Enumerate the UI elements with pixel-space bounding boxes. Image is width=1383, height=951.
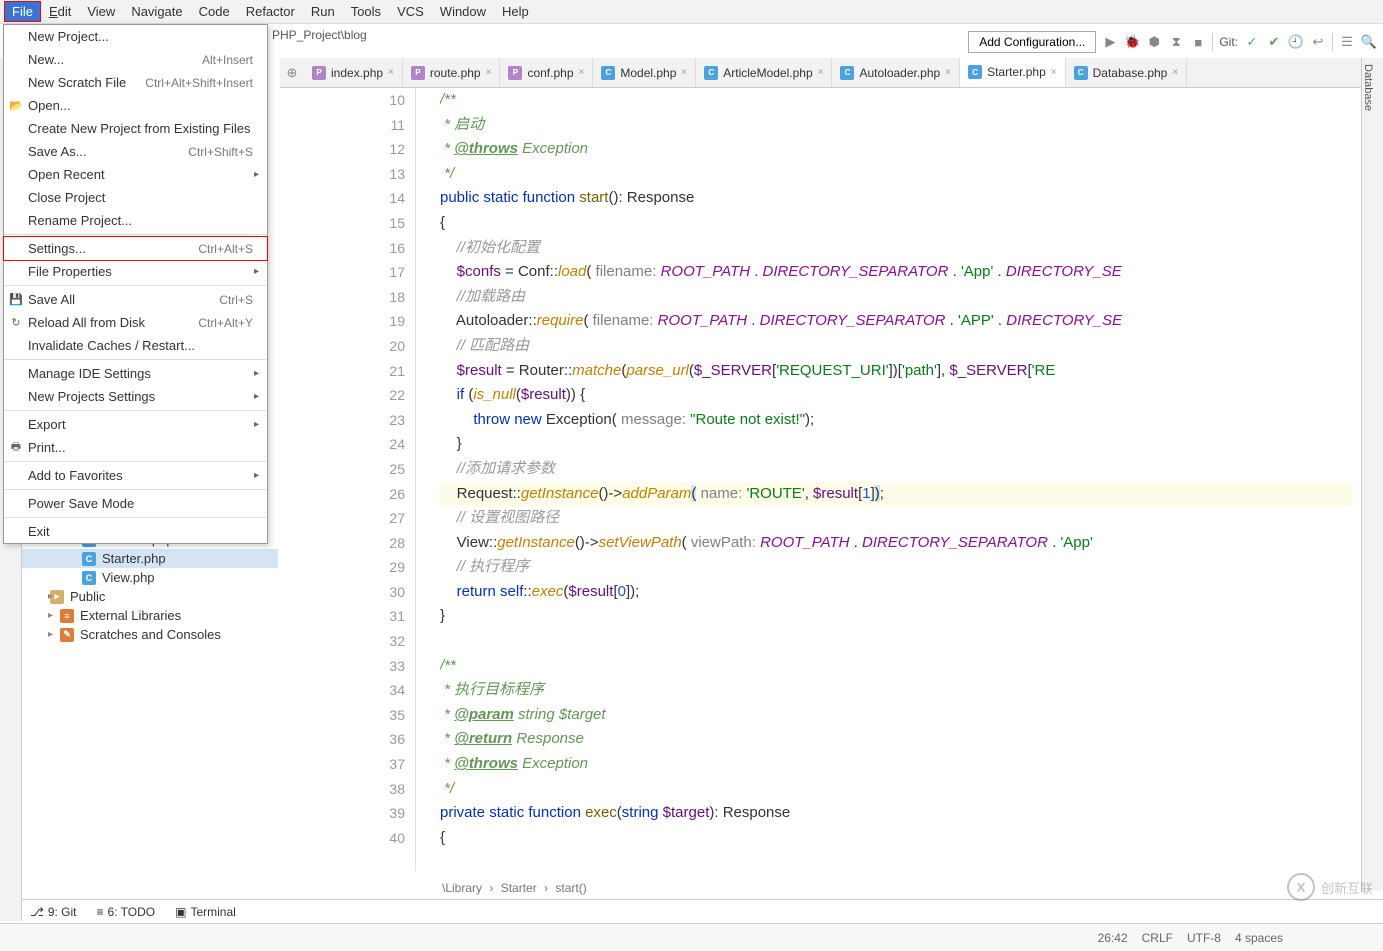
menu-edit[interactable]: Edit — [41, 1, 79, 22]
close-icon[interactable]: × — [579, 67, 585, 78]
indent[interactable]: 4 spaces — [1235, 931, 1283, 945]
tab-ArticleModel[interactable]: CArticleModel.php× — [696, 58, 832, 87]
bottom-tool--git[interactable]: ⎇9: Git — [30, 905, 77, 919]
tree-item-starter-php[interactable]: CStarter.php — [22, 549, 278, 568]
tab-Model[interactable]: CModel.php× — [593, 58, 696, 87]
profile-icon[interactable]: ⧗ — [1168, 34, 1184, 50]
file-menu-file-properties[interactable]: File Properties▸ — [4, 260, 267, 283]
breadcrumb-top: PHP_Project\blog — [272, 28, 367, 42]
menubar: File Edit View Navigate Code Refactor Ru… — [0, 0, 1383, 24]
close-icon[interactable]: × — [1172, 67, 1178, 78]
editor-tabs: ⊕ Pindex.php×Proute.php×Pconf.php×CModel… — [280, 58, 1361, 88]
file-menu-add-to-favorites[interactable]: Add to Favorites▸ — [4, 464, 267, 487]
tree-item-scratches-and-consoles[interactable]: ▸✎Scratches and Consoles — [22, 625, 278, 644]
git-commit-icon[interactable]: ✔ — [1266, 34, 1282, 50]
menu-view[interactable]: View — [79, 1, 123, 22]
bottom-tool--todo[interactable]: ≡6: TODO — [97, 905, 156, 919]
file-menu-manage-ide-settings[interactable]: Manage IDE Settings▸ — [4, 362, 267, 385]
tab-index[interactable]: Pindex.php× — [304, 58, 403, 87]
file-menu-create-new-project-from-existing-files[interactable]: Create New Project from Existing Files — [4, 117, 267, 140]
close-icon[interactable]: × — [388, 67, 394, 78]
tab-conf[interactable]: Pconf.php× — [500, 58, 593, 87]
close-icon[interactable]: × — [1051, 67, 1057, 78]
encoding[interactable]: UTF-8 — [1187, 931, 1221, 945]
close-icon[interactable]: × — [818, 67, 824, 78]
menu-run[interactable]: Run — [303, 1, 343, 22]
menu-code[interactable]: Code — [191, 1, 238, 22]
add-tab-icon[interactable]: ⊕ — [280, 58, 304, 87]
line-separator[interactable]: CRLF — [1142, 931, 1173, 945]
file-menu-open-[interactable]: 📂Open... — [4, 94, 267, 117]
file-menu-new-scratch-file[interactable]: New Scratch FileCtrl+Alt+Shift+Insert — [4, 71, 267, 94]
debug-icon[interactable]: 🐞 — [1124, 34, 1140, 50]
file-menu-reload-all-from-disk[interactable]: ↻Reload All from DiskCtrl+Alt+Y — [4, 311, 267, 334]
add-configuration-button[interactable]: Add Configuration... — [968, 31, 1096, 53]
git-rollback-icon[interactable]: ↩ — [1310, 34, 1326, 50]
menu-file[interactable]: File — [4, 1, 41, 22]
menu-help[interactable]: Help — [494, 1, 537, 22]
file-menu-new-project-[interactable]: New Project... — [4, 25, 267, 48]
tab-Database[interactable]: CDatabase.php× — [1066, 58, 1188, 87]
git-history-icon[interactable]: 🕘 — [1288, 34, 1304, 50]
file-menu-dropdown: New Project...New...Alt+InsertNew Scratc… — [3, 24, 268, 544]
close-icon[interactable]: × — [486, 67, 492, 78]
stop-icon[interactable]: ■ — [1190, 34, 1206, 50]
separator — [1332, 33, 1333, 51]
file-menu-exit[interactable]: Exit — [4, 520, 267, 543]
search-icon[interactable]: 🔍 — [1361, 34, 1377, 50]
file-menu-save-all[interactable]: 💾Save AllCtrl+S — [4, 288, 267, 311]
coverage-icon[interactable]: ⬢ — [1146, 34, 1162, 50]
file-menu-open-recent[interactable]: Open Recent▸ — [4, 163, 267, 186]
menu-vcs[interactable]: VCS — [389, 1, 432, 22]
breadcrumb-bottom[interactable]: \Library › Starter › start() — [438, 881, 591, 895]
menu-refactor[interactable]: Refactor — [238, 1, 303, 22]
git-label: Git: — [1219, 35, 1238, 49]
file-menu-rename-project-[interactable]: Rename Project... — [4, 209, 267, 232]
menu-window[interactable]: Window — [432, 1, 494, 22]
file-menu-close-project[interactable]: Close Project — [4, 186, 267, 209]
status-bar: 26:42 CRLF UTF-8 4 spaces — [0, 923, 1383, 951]
file-menu-save-as-[interactable]: Save As...Ctrl+Shift+S — [4, 140, 267, 163]
file-menu-print-[interactable]: 🖶Print... — [4, 436, 267, 459]
run-icon[interactable]: ▶ — [1102, 34, 1118, 50]
file-menu-export[interactable]: Export▸ — [4, 413, 267, 436]
bottom-tool-terminal[interactable]: ▣Terminal — [175, 905, 236, 919]
side-right-tool[interactable]: Database — [1361, 58, 1383, 891]
file-menu-settings-[interactable]: Settings...Ctrl+Alt+S — [4, 237, 267, 260]
menu-tools[interactable]: Tools — [343, 1, 389, 22]
line-gutter: 1011121314151617181920212223242526272829… — [370, 88, 416, 871]
git-update-icon[interactable]: ✓ — [1244, 34, 1260, 50]
watermark: X创新互联 — [1287, 873, 1373, 901]
file-menu-new-projects-settings[interactable]: New Projects Settings▸ — [4, 385, 267, 408]
structure-icon[interactable]: ☰ — [1339, 34, 1355, 50]
file-menu-invalidate-caches-restart-[interactable]: Invalidate Caches / Restart... — [4, 334, 267, 357]
file-menu-new-[interactable]: New...Alt+Insert — [4, 48, 267, 71]
tree-item-external-libraries[interactable]: ▸≡External Libraries — [22, 606, 278, 625]
toolbar: Add Configuration... ▶ 🐞 ⬢ ⧗ ■ Git: ✓ ✔ … — [968, 28, 1377, 56]
tab-Starter[interactable]: CStarter.php× — [960, 58, 1066, 88]
close-icon[interactable]: × — [945, 67, 951, 78]
tab-route[interactable]: Proute.php× — [403, 58, 501, 87]
cursor-position: 26:42 — [1098, 931, 1128, 945]
bottom-toolbar: ⎇9: Git ≡6: TODO ▣Terminal — [22, 899, 1383, 923]
separator — [1212, 33, 1213, 51]
file-menu-power-save-mode[interactable]: Power Save Mode — [4, 492, 267, 515]
menu-navigate[interactable]: Navigate — [123, 1, 190, 22]
tree-item-view-php[interactable]: CView.php — [22, 568, 278, 587]
code-editor[interactable]: /** * 启动 * @throws Exception */public st… — [440, 88, 1353, 871]
close-icon[interactable]: × — [681, 67, 687, 78]
tab-Autoloader[interactable]: CAutoloader.php× — [832, 58, 960, 87]
tree-item-public[interactable]: ▸▸Public — [22, 587, 278, 606]
